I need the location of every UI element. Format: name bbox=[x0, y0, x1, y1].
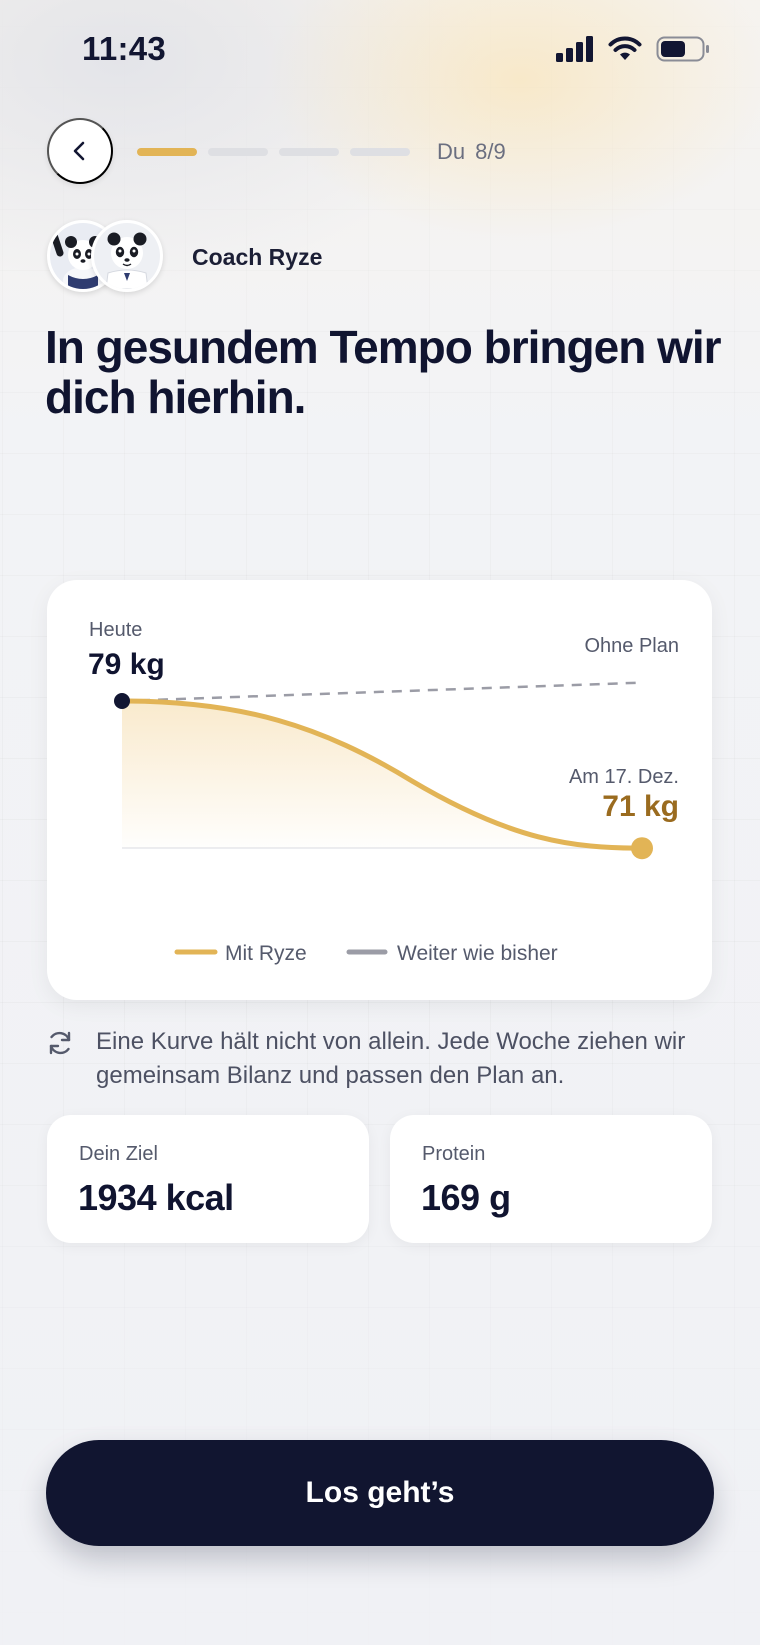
refresh-icon bbox=[49, 1031, 71, 1055]
stat-card-calories: Dein Ziel 1934 kcal bbox=[47, 1115, 369, 1243]
progress-segment-3 bbox=[279, 148, 339, 156]
start-label: Heute bbox=[89, 619, 142, 641]
wifi-icon bbox=[608, 36, 642, 60]
end-point bbox=[631, 837, 653, 860]
status-time: 11:43 bbox=[82, 30, 167, 67]
battery-icon bbox=[656, 36, 709, 62]
legend-label-weiter-wie-bisher: Weiter wie bisher bbox=[397, 942, 558, 965]
start-point bbox=[114, 693, 130, 709]
step-prefix: Du bbox=[437, 139, 466, 164]
stat-value: 169 g bbox=[421, 1177, 511, 1218]
start-value: 79 kg bbox=[88, 648, 165, 681]
legend-label-mit-ryze: Mit Ryze bbox=[225, 942, 307, 965]
weiter-wie-bisher-line bbox=[121, 681, 643, 703]
step-indicator: Du 8/9 bbox=[437, 139, 506, 165]
progress-bar bbox=[137, 148, 410, 156]
panda-mascot-icon bbox=[94, 223, 160, 289]
end-value: 71 kg bbox=[602, 790, 679, 823]
back-button[interactable] bbox=[47, 118, 113, 184]
chart-canvas: Heute 79 kg Ohne Plan Am 17. Dez. 71 kg … bbox=[88, 619, 679, 965]
stat-label: Dein Ziel bbox=[79, 1143, 158, 1165]
chevron-left-icon bbox=[73, 141, 85, 161]
avatar bbox=[91, 220, 163, 292]
stat-label: Protein bbox=[422, 1143, 486, 1165]
step-counter: 8/9 bbox=[475, 139, 506, 164]
coach-avatars bbox=[47, 220, 165, 292]
start-button[interactable]: Los geht’s bbox=[46, 1440, 714, 1546]
stat-value: 1934 kcal bbox=[78, 1177, 234, 1218]
stat-card-protein: Protein 169 g bbox=[390, 1115, 712, 1243]
coach-name: Coach Ryze bbox=[192, 244, 323, 270]
end-label: Am 17. Dez. bbox=[569, 766, 679, 788]
signal-icon bbox=[556, 36, 593, 62]
plan-note: Eine Kurve hält nicht von allein. Jede W… bbox=[96, 1028, 686, 1089]
progress-segment-1 bbox=[137, 148, 197, 156]
weight-projection-chart: Heute 79 kg Ohne Plan Am 17. Dez. 71 kg … bbox=[47, 580, 712, 1000]
page-title: In gesundem Tempo bringen wir dich hierh… bbox=[45, 321, 722, 423]
status-icons bbox=[556, 36, 710, 62]
progress-segment-4 bbox=[350, 148, 410, 156]
baseline-label: Ohne Plan bbox=[584, 635, 679, 657]
progress-segment-2 bbox=[208, 148, 268, 156]
mit-ryze-area bbox=[122, 701, 642, 849]
